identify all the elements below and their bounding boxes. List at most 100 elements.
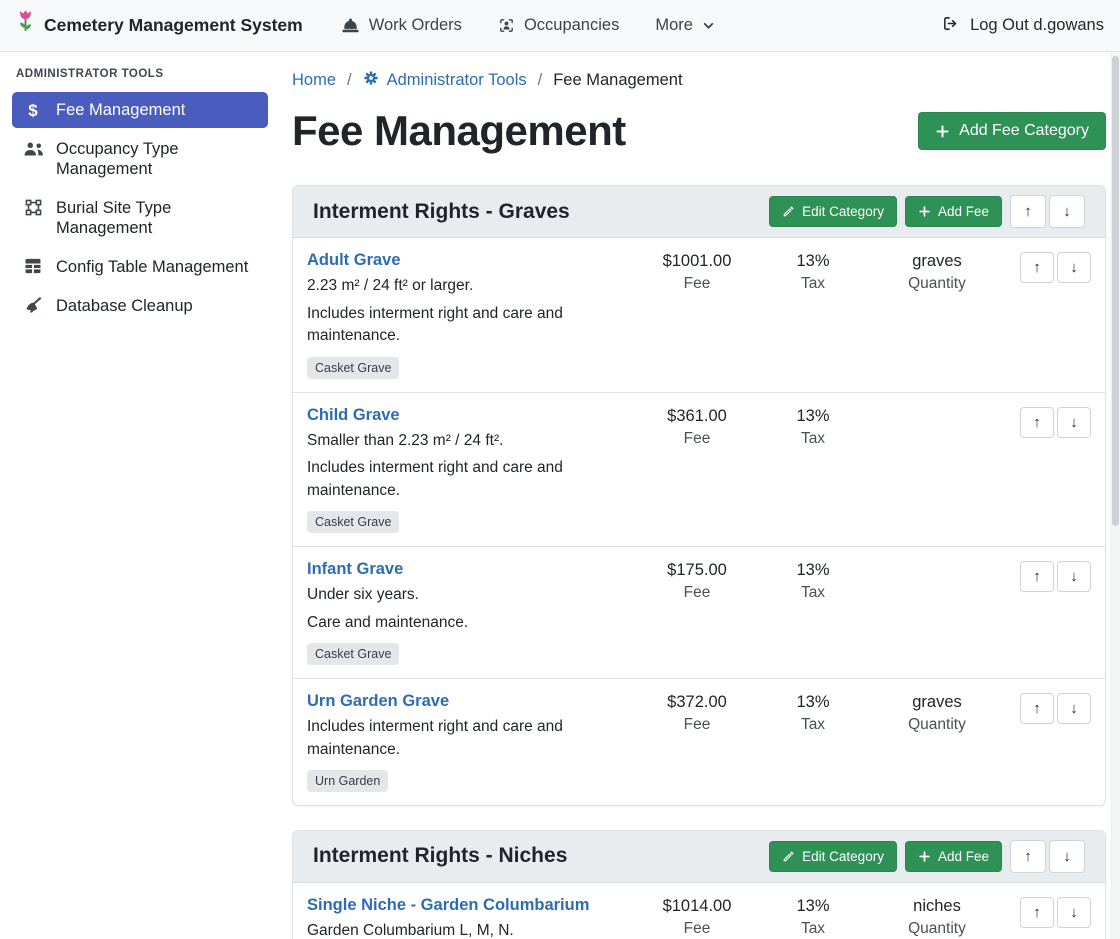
- fee-rows: Adult Grave 2.23 m² / 24 ft² or larger. …: [293, 238, 1105, 805]
- fee-amount-label: Fee: [641, 584, 753, 602]
- nav-occupancies[interactable]: Occupancies: [498, 16, 619, 35]
- fee-tax: 13%: [763, 407, 863, 426]
- nav-work-orders[interactable]: Work Orders: [341, 16, 462, 35]
- fee-description-1: Garden Columbarium L, M, N.: [307, 920, 631, 939]
- fee-quantity: niches: [873, 897, 1001, 916]
- fee-name-link[interactable]: Child Grave: [307, 406, 400, 425]
- move-fee-up-button[interactable]: ↑: [1020, 693, 1054, 724]
- category-actions: Edit Category Add Fee ↑ ↓: [769, 195, 1085, 228]
- move-category-down-button[interactable]: ↓: [1049, 195, 1085, 228]
- fee-amount-label: Fee: [641, 920, 753, 938]
- category-title: Interment Rights - Graves: [313, 200, 570, 224]
- app-title: Cemetery Management System: [44, 15, 303, 36]
- vertical-scrollbar[interactable]: [1111, 52, 1120, 939]
- sidebar-item-occupancy-type-management[interactable]: Occupancy Type Management: [12, 131, 268, 187]
- edit-category-button[interactable]: Edit Category: [769, 196, 897, 227]
- scrollbar-thumb[interactable]: [1112, 56, 1119, 526]
- fee-quantity-label: Quantity: [873, 920, 1001, 938]
- move-fee-up-button[interactable]: ↑: [1020, 252, 1054, 283]
- add-fee-category-button[interactable]: Add Fee Category: [918, 112, 1106, 150]
- move-fee-up-button[interactable]: ↑: [1020, 407, 1054, 438]
- add-fee-category-label: Add Fee Category: [959, 122, 1089, 140]
- fee-category-card: Interment Rights - Graves Edit Category …: [292, 185, 1106, 806]
- nav-more[interactable]: More: [655, 16, 715, 35]
- navbar-menu: Work Orders Occupancies More: [341, 16, 715, 35]
- breadcrumb-admin-tools-link[interactable]: Administrator Tools: [363, 70, 527, 91]
- add-fee-button[interactable]: Add Fee: [905, 196, 1002, 227]
- move-fee-down-button[interactable]: ↓: [1057, 252, 1091, 283]
- breadcrumb-separator: /: [538, 71, 543, 90]
- move-fee-down-button[interactable]: ↓: [1057, 693, 1091, 724]
- top-navbar: Cemetery Management System Work Orders: [0, 0, 1120, 52]
- occupant-frame-icon: [498, 17, 515, 34]
- fee-type-badge: Casket Grave: [307, 643, 399, 665]
- fee-name-link[interactable]: Adult Grave: [307, 251, 401, 270]
- move-fee-down-button[interactable]: ↓: [1057, 407, 1091, 438]
- fee-info: Single Niche - Garden Columbarium Garden…: [307, 896, 631, 939]
- logout-button[interactable]: Log Out d.gowans: [941, 15, 1104, 37]
- nav-work-orders-label: Work Orders: [369, 16, 462, 35]
- fee-tax-label: Tax: [763, 716, 863, 734]
- move-fee-up-button[interactable]: ↑: [1020, 561, 1054, 592]
- chevron-down-icon: [702, 19, 715, 32]
- category-list: Interment Rights - Graves Edit Category …: [292, 185, 1106, 939]
- move-fee-down-button[interactable]: ↓: [1057, 897, 1091, 928]
- category-header: Interment Rights - Graves Edit Category …: [293, 186, 1105, 238]
- fee-name-link[interactable]: Infant Grave: [307, 560, 403, 579]
- fee-tax-label: Tax: [763, 584, 863, 602]
- move-category-up-button[interactable]: ↑: [1010, 840, 1046, 873]
- sidebar-item-label: Fee Management: [56, 100, 185, 120]
- move-category-up-button[interactable]: ↑: [1010, 195, 1046, 228]
- fee-amount-label: Fee: [641, 716, 753, 734]
- app-brand[interactable]: Cemetery Management System: [16, 8, 303, 43]
- add-fee-label: Add Fee: [938, 849, 989, 864]
- fee-tax-label: Tax: [763, 920, 863, 938]
- sidebar-item-fee-management[interactable]: $ Fee Management: [12, 92, 268, 128]
- fee-description-2: Includes interment right and care and ma…: [307, 303, 631, 348]
- fee-tax-cell: 13% Tax: [763, 692, 863, 734]
- fee-tax-cell: 13% Tax: [763, 251, 863, 293]
- move-fee-down-button[interactable]: ↓: [1057, 561, 1091, 592]
- fee-rows: Single Niche - Garden Columbarium Garden…: [293, 883, 1105, 939]
- edit-category-button[interactable]: Edit Category: [769, 841, 897, 872]
- sidebar-item-label: Database Cleanup: [56, 296, 193, 316]
- nav-more-label: More: [655, 16, 693, 35]
- pencil-icon: [782, 205, 795, 218]
- fee-info: Urn Garden Grave Includes interment righ…: [307, 692, 631, 792]
- category-header: Interment Rights - Niches Edit Category …: [293, 831, 1105, 883]
- sidebar-item-burial-site-type-management[interactable]: Burial Site Type Management: [12, 190, 268, 246]
- fee-quantity-cell: [873, 560, 1001, 561]
- sidebar-item-label: Config Table Management: [56, 257, 248, 277]
- edit-category-label: Edit Category: [802, 204, 884, 219]
- breadcrumb-home-link[interactable]: Home: [292, 71, 336, 90]
- fee-amount-cell: $175.00 Fee: [641, 560, 753, 602]
- fee-reorder-controls: ↑ ↓: [1011, 252, 1091, 283]
- sidebar-item-database-cleanup[interactable]: Database Cleanup: [12, 288, 268, 324]
- fee-quantity-cell: graves Quantity: [873, 692, 1001, 734]
- add-fee-button[interactable]: Add Fee: [905, 841, 1002, 872]
- fee-tax-cell: 13% Tax: [763, 406, 863, 448]
- logout-icon: [941, 15, 960, 37]
- fee-reorder-controls: ↑ ↓: [1011, 561, 1091, 592]
- fee-amount-label: Fee: [641, 275, 753, 293]
- fee-amount: $1001.00: [641, 252, 753, 271]
- fee-amount-cell: $1014.00 Fee: [641, 896, 753, 938]
- page-title: Fee Management: [292, 107, 626, 155]
- fee-quantity-label: Quantity: [873, 716, 1001, 734]
- fee-row: Urn Garden Grave Includes interment righ…: [293, 679, 1105, 805]
- fee-name-link[interactable]: Single Niche - Garden Columbarium: [307, 896, 589, 915]
- plus-icon: [918, 850, 931, 863]
- sidebar-item-config-table-management[interactable]: Config Table Management: [12, 249, 268, 285]
- move-category-down-button[interactable]: ↓: [1049, 840, 1085, 873]
- fee-description-1: Under six years.: [307, 584, 631, 606]
- move-fee-up-button[interactable]: ↑: [1020, 897, 1054, 928]
- fee-name-link[interactable]: Urn Garden Grave: [307, 692, 449, 711]
- hard-hat-icon: [341, 17, 360, 34]
- fee-info: Infant Grave Under six years. Care and m…: [307, 560, 631, 665]
- fee-quantity: graves: [873, 693, 1001, 712]
- table-icon: [22, 258, 44, 274]
- category-title: Interment Rights - Niches: [313, 844, 567, 868]
- main-content: Home / Administrator Tool: [280, 52, 1120, 939]
- breadcrumb-separator: /: [347, 71, 352, 90]
- fee-amount-cell: $372.00 Fee: [641, 692, 753, 734]
